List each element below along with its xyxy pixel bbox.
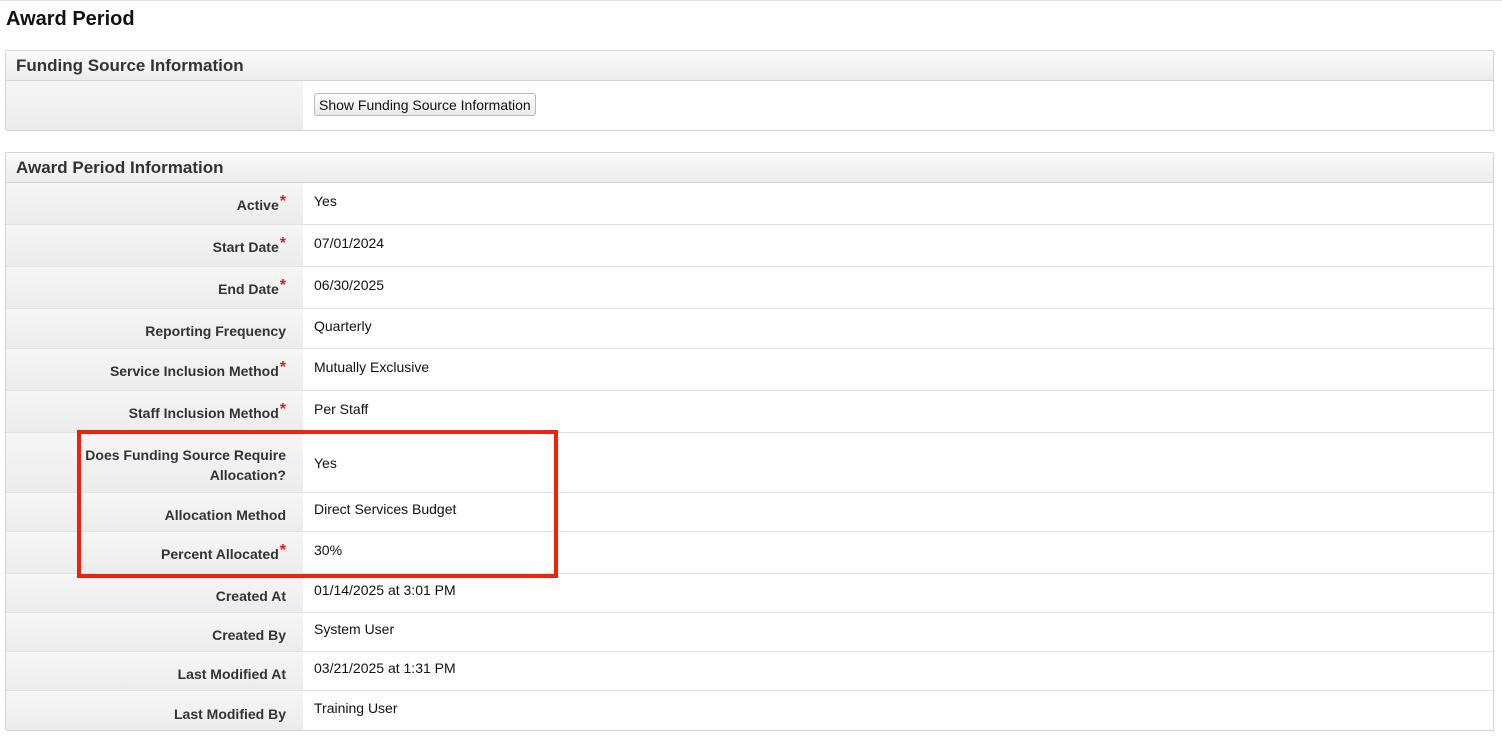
field-label: Reporting Frequency: [6, 309, 303, 348]
field-value: 30%: [303, 532, 1493, 573]
field-label: Last Modified At: [6, 652, 303, 690]
row-allocation-method: Allocation Method Direct Services Budget: [6, 493, 1493, 532]
field-value: 03/21/2025 at 1:31 PM: [303, 652, 1493, 690]
show-funding-source-button[interactable]: Show Funding Source Information: [314, 93, 536, 116]
row-requires-allocation: Does Funding Source Require Allocation? …: [6, 433, 1493, 493]
required-marker: *: [279, 359, 286, 376]
row-start-date: Start Date* 07/01/2024: [6, 225, 1493, 267]
field-value: Yes: [303, 433, 1493, 492]
field-value: 07/01/2024: [303, 225, 1493, 266]
field-value: Training User: [303, 691, 1493, 730]
row-last-modified-by: Last Modified By Training User: [6, 691, 1493, 730]
award-period-page: Award Period Funding Source Information …: [0, 0, 1502, 737]
funding-source-panel: Funding Source Information Show Funding …: [5, 50, 1494, 131]
row-last-modified-at: Last Modified At 03/21/2025 at 1:31 PM: [6, 652, 1493, 691]
field-label: Allocation Method: [6, 493, 303, 531]
row-percent-allocated: Percent Allocated* 30%: [6, 532, 1493, 574]
award-period-panel: Award Period Information Active* Yes Sta…: [5, 152, 1494, 731]
funding-source-row-value: Show Funding Source Information: [303, 81, 1493, 130]
row-staff-inclusion-method: Staff Inclusion Method* Per Staff: [6, 391, 1493, 433]
field-value: Per Staff: [303, 391, 1493, 432]
row-service-inclusion-method: Service Inclusion Method* Mutually Exclu…: [6, 349, 1493, 391]
row-created-by: Created By System User: [6, 613, 1493, 652]
field-label: Created At: [6, 574, 303, 612]
field-label: Created By: [6, 613, 303, 651]
required-marker: *: [279, 542, 286, 559]
field-value: Direct Services Budget: [303, 493, 1493, 531]
field-label: Active*: [6, 183, 303, 224]
funding-source-row: Show Funding Source Information: [6, 81, 1493, 130]
required-marker: *: [279, 193, 286, 210]
field-value: Quarterly: [303, 309, 1493, 348]
required-marker: *: [279, 401, 286, 418]
field-label: Service Inclusion Method*: [6, 349, 303, 390]
field-label: Staff Inclusion Method*: [6, 391, 303, 432]
row-active: Active* Yes: [6, 183, 1493, 225]
field-label: Percent Allocated*: [6, 532, 303, 573]
field-value: Mutually Exclusive: [303, 349, 1493, 390]
funding-source-row-label: [6, 81, 303, 130]
row-reporting-frequency: Reporting Frequency Quarterly: [6, 309, 1493, 349]
field-label: Start Date*: [6, 225, 303, 266]
page-title: Award Period: [6, 8, 135, 30]
field-label: End Date*: [6, 267, 303, 308]
required-marker: *: [279, 277, 286, 294]
funding-source-panel-header: Funding Source Information: [6, 51, 1493, 81]
required-marker: *: [279, 235, 286, 252]
row-created-at: Created At 01/14/2025 at 3:01 PM: [6, 574, 1493, 613]
field-label: Does Funding Source Require Allocation?: [6, 433, 303, 492]
award-period-panel-header: Award Period Information: [6, 153, 1493, 183]
field-value: Yes: [303, 183, 1493, 224]
field-value: System User: [303, 613, 1493, 651]
field-value: 01/14/2025 at 3:01 PM: [303, 574, 1493, 612]
field-value: 06/30/2025: [303, 267, 1493, 308]
row-end-date: End Date* 06/30/2025: [6, 267, 1493, 309]
field-label: Last Modified By: [6, 691, 303, 730]
